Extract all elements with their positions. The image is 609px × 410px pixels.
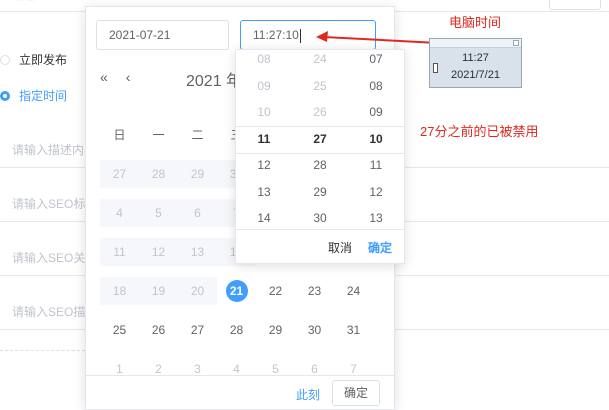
month-navigation: « ‹: [100, 69, 144, 85]
computer-time-annotation: 电脑时间: [449, 15, 502, 30]
calendar-day: 4: [100, 198, 139, 227]
calendar-day-selected[interactable]: 21: [217, 277, 256, 305]
hours-option[interactable]: 14: [236, 205, 292, 230]
weekday-label: 一: [152, 128, 165, 142]
corner-field[interactable]: [549, 0, 601, 10]
spinner-columns: 08 09 10 11 12 13 14 24 25 26 27 28 29 30 07 08 09 10 11…: [236, 50, 404, 230]
date-input[interactable]: 2021-07-21: [96, 20, 229, 50]
calendar-day[interactable]: 22: [256, 277, 295, 305]
radio-circle-checked[interactable]: [0, 90, 10, 101]
hours-option: 10: [257, 105, 271, 119]
seconds-option[interactable]: 11: [348, 152, 404, 179]
weekday-label: 日: [113, 128, 126, 142]
calendar-day: 6: [178, 198, 217, 227]
disabled-note-annotation: 27分之前的已被禁用: [420, 124, 539, 139]
calendar-day[interactable]: 28: [217, 316, 256, 344]
minutes-option: 25: [313, 78, 327, 93]
calendar-day: 20: [178, 276, 217, 305]
calendar-week-row: 25 26 27 28 29 30 31: [100, 310, 373, 349]
selection-line-top: [236, 126, 404, 127]
hours-column[interactable]: 08 09 10 11 12 13 14: [236, 50, 292, 230]
calendar-day[interactable]: 31: [334, 316, 373, 344]
hours-option[interactable]: 12: [236, 152, 292, 179]
time-value: 11:27:10: [253, 28, 299, 42]
calendar-day: 27: [100, 159, 139, 188]
calendar-day[interactable]: 25: [100, 316, 139, 344]
clock-titlebar: [430, 39, 521, 48]
minutes-option[interactable]: 29: [292, 179, 348, 206]
calendar-day[interactable]: 26: [139, 316, 178, 344]
calendar-week-row: 18 19 20 21 22 23 24: [100, 271, 373, 310]
hours-option[interactable]: 13: [236, 179, 292, 206]
cancel-button[interactable]: 取消: [328, 239, 352, 256]
time-spinner-panel: 08 09 10 11 12 13 14 24 25 26 27 28 29 30 07 08 09 10 11…: [235, 49, 405, 264]
calendar-day[interactable]: 24: [334, 277, 373, 305]
prev-month-button[interactable]: ‹: [126, 69, 131, 85]
hours-option: 08: [257, 52, 271, 66]
clock-time: 11:27: [462, 52, 489, 64]
selection-line-bottom: [236, 153, 404, 154]
seconds-option[interactable]: 10: [348, 126, 404, 153]
minutes-option[interactable]: 30: [292, 205, 348, 230]
calendar-day: 11: [100, 237, 139, 266]
minutes-column[interactable]: 24 25 26 27 28 29 30: [292, 50, 348, 230]
seconds-option[interactable]: 12: [348, 179, 404, 206]
radio-publish-now[interactable]: 立即发布: [0, 51, 67, 68]
calendar-day: 13: [178, 237, 217, 266]
calendar-day[interactable]: 29: [256, 316, 295, 344]
clock-date: 2021/7/21: [451, 69, 500, 81]
hours-option[interactable]: 11: [236, 126, 292, 153]
weekday-label: 二: [191, 128, 204, 142]
radio-schedule[interactable]: 指定时间: [0, 87, 67, 104]
text-caret: [299, 28, 301, 43]
minutes-option: 26: [313, 105, 327, 119]
calendar-day: 19: [139, 276, 178, 305]
annotation-arrow: [316, 31, 439, 44]
seconds-option[interactable]: 09: [348, 99, 404, 126]
calendar-day: 29: [178, 159, 217, 188]
hours-option: 09: [257, 78, 271, 93]
minutes-option[interactable]: 28: [292, 152, 348, 179]
prev-year-button[interactable]: «: [100, 69, 108, 85]
radio-label: 立即发布: [19, 53, 68, 67]
radio-circle[interactable]: [0, 54, 10, 65]
calendar-day: 12: [139, 237, 178, 266]
calendar-day[interactable]: 30: [295, 316, 334, 344]
calendar-day: 5: [139, 198, 178, 227]
seconds-column[interactable]: 07 08 09 10 11 12 13: [348, 50, 404, 230]
seconds-option[interactable]: 13: [348, 205, 404, 230]
calendar-day: 28: [139, 159, 178, 188]
selected-day-number: 21: [225, 279, 248, 302]
confirm-button[interactable]: 确定: [332, 380, 380, 406]
calendar-day[interactable]: 23: [295, 277, 334, 305]
seconds-option[interactable]: 08: [348, 73, 404, 100]
spinner-footer: 取消 确定: [236, 229, 404, 263]
spinner-ok-button[interactable]: 确定: [368, 239, 392, 256]
now-button[interactable]: 此刻: [296, 386, 320, 403]
minutes-option[interactable]: 27: [292, 126, 348, 153]
calendar-day[interactable]: 27: [178, 316, 217, 344]
divider: [0, 350, 90, 351]
seconds-option[interactable]: 07: [348, 50, 404, 73]
radio-label: 指定时间: [19, 89, 68, 103]
calendar-day: 18: [100, 276, 139, 305]
month-title: 2021 年: [186, 73, 243, 90]
system-clock-screenshot: 11:27 2021/7/21: [429, 38, 522, 88]
minutes-option: 24: [313, 52, 327, 66]
clock-button-icon: [513, 40, 519, 46]
